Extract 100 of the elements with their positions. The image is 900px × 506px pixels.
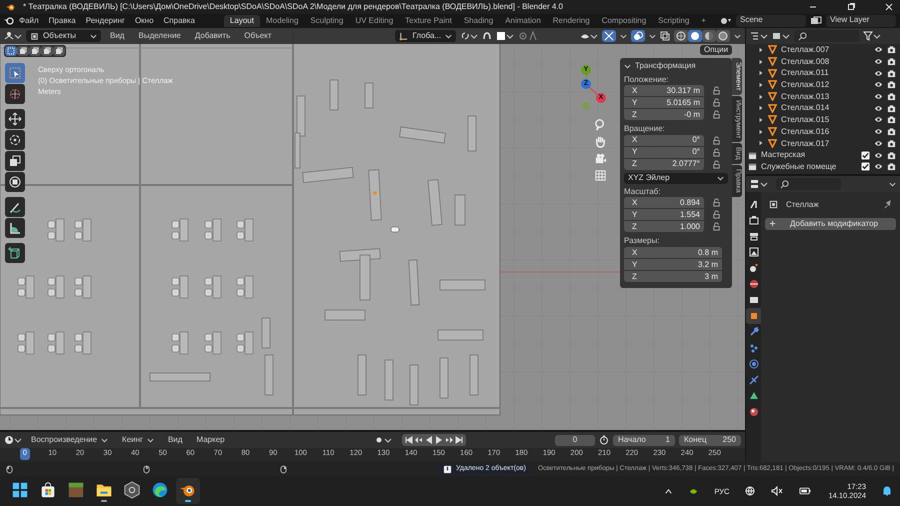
- select-mode-button[interactable]: [29, 46, 41, 56]
- outliner-row[interactable]: Стеллаж.008: [746, 56, 900, 68]
- shading-button[interactable]: [674, 30, 688, 42]
- options-dropdown[interactable]: Опции: [700, 45, 732, 55]
- camera-icon[interactable]: [887, 68, 896, 78]
- number-field[interactable]: Y 3.2 m: [624, 258, 722, 270]
- expand-arrow-icon[interactable]: [758, 94, 764, 100]
- select-mode-button[interactable]: [53, 46, 65, 56]
- shading-button[interactable]: [702, 30, 716, 42]
- expand-arrow-icon[interactable]: [758, 140, 764, 146]
- layer-icon[interactable]: [810, 16, 822, 26]
- workspace-tab[interactable]: Shading: [458, 15, 500, 27]
- eye-icon[interactable]: [874, 115, 883, 124]
- menu-item[interactable]: Кеинг: [117, 435, 159, 445]
- tool-button[interactable]: [5, 218, 25, 238]
- add-modifier-button[interactable]: Добавить модификатор: [765, 218, 896, 230]
- maximize-icon[interactable]: [846, 2, 856, 12]
- menu-item[interactable]: Выделение: [133, 31, 186, 41]
- eye-icon[interactable]: [874, 80, 883, 90]
- outliner-row[interactable]: Мастерская: [746, 149, 900, 161]
- eye-icon[interactable]: [874, 162, 883, 172]
- record-icon[interactable]: [374, 435, 392, 445]
- pin-icon[interactable]: [883, 200, 892, 210]
- number-field[interactable]: Y 1.554: [624, 209, 704, 220]
- outliner-row[interactable]: Стеллаж.015: [746, 114, 900, 126]
- expand-arrow-icon[interactable]: [758, 128, 764, 135]
- number-field[interactable]: Z 2.0777°: [624, 158, 704, 170]
- lock-icon[interactable]: [712, 198, 721, 208]
- expand-arrow-icon[interactable]: [758, 46, 764, 53]
- menu-item[interactable]: Вид: [162, 435, 188, 445]
- tool-button[interactable]: [5, 243, 25, 263]
- camera-icon[interactable]: [887, 45, 896, 54]
- snap-icon[interactable]: [482, 31, 492, 41]
- caret-icon[interactable]: [889, 181, 896, 187]
- rotation-mode-dropdown[interactable]: XYZ Эйлер: [624, 172, 728, 184]
- list-icon[interactable]: [750, 31, 768, 41]
- camera-icon[interactable]: [887, 92, 896, 102]
- checkbox-icon[interactable]: [861, 162, 870, 172]
- expand-arrow-icon[interactable]: [758, 58, 764, 65]
- number-field[interactable]: Y 5.0165 m: [624, 97, 704, 108]
- select-mode-button[interactable]: [41, 46, 53, 56]
- workspace-tab[interactable]: Layout: [224, 15, 260, 27]
- workspace-tab[interactable]: Rendering: [546, 15, 596, 27]
- color-swatch-icon[interactable]: [496, 31, 514, 41]
- frame-field[interactable]: 0: [555, 434, 595, 446]
- menu-item[interactable]: Объект: [239, 31, 276, 41]
- select-mode-button[interactable]: [17, 46, 29, 56]
- lock-icon[interactable]: [712, 136, 721, 145]
- shading-button[interactable]: [688, 30, 702, 42]
- lock-icon[interactable]: [712, 222, 721, 232]
- camera-icon[interactable]: [887, 104, 896, 113]
- camera-icon[interactable]: [887, 150, 896, 160]
- gpu-icon[interactable]: [689, 486, 698, 496]
- lock-icon[interactable]: [712, 160, 721, 169]
- camera-icon[interactable]: [887, 115, 896, 124]
- bell-icon[interactable]: [882, 486, 892, 496]
- menu-item[interactable]: Вид: [105, 31, 130, 41]
- workspace-tab[interactable]: Animation: [499, 15, 547, 27]
- tool-button[interactable]: [5, 197, 25, 217]
- menu-item[interactable]: Окно: [130, 16, 159, 26]
- add-workspace-button[interactable]: +: [695, 15, 712, 27]
- display-mode-icon[interactable]: [772, 31, 790, 41]
- number-field[interactable]: Y 0°: [624, 146, 704, 158]
- eye-icon[interactable]: [874, 68, 883, 78]
- orientation-dropdown[interactable]: Глоба...: [395, 30, 456, 42]
- camera-icon[interactable]: [887, 57, 896, 66]
- tool-button[interactable]: [5, 109, 25, 129]
- tool-button[interactable]: [5, 130, 25, 150]
- number-field[interactable]: Z 3 m: [624, 270, 722, 282]
- clock-icon[interactable]: [4, 435, 22, 445]
- shading-button[interactable]: [716, 30, 730, 42]
- checkbox-icon[interactable]: [861, 150, 870, 160]
- eye-icon[interactable]: [874, 150, 883, 160]
- lock-icon[interactable]: [712, 98, 721, 108]
- gizmo-toggle-icon[interactable]: [602, 30, 616, 42]
- number-field[interactable]: Z -0 m: [624, 109, 704, 120]
- eye-icon[interactable]: [874, 45, 883, 54]
- outliner-row[interactable]: Стеллаж.013: [746, 90, 900, 102]
- caret-icon[interactable]: [734, 33, 741, 39]
- end-frame-field[interactable]: Конец 250: [679, 434, 741, 446]
- workspace-tab[interactable]: Texture Paint: [399, 15, 458, 27]
- camera-icon[interactable]: [887, 138, 896, 148]
- eye-icon[interactable]: [874, 92, 883, 102]
- number-field[interactable]: X 0.8 m: [624, 246, 722, 258]
- outliner-row[interactable]: Стеллаж.007: [746, 44, 900, 56]
- lock-icon[interactable]: [712, 86, 721, 96]
- camera-icon[interactable]: [887, 127, 896, 136]
- outliner-row[interactable]: Служебные помеще: [746, 160, 900, 173]
- camera-icon[interactable]: [887, 80, 896, 90]
- editor-type-icon[interactable]: [4, 31, 22, 41]
- pivot-icon[interactable]: [460, 31, 478, 41]
- panel-title[interactable]: Трансформация: [635, 61, 696, 71]
- workspace-tab[interactable]: UV Editing: [349, 15, 400, 27]
- menu-item[interactable]: Файл: [14, 16, 44, 26]
- menu-item[interactable]: Рендеринг: [80, 16, 130, 26]
- close-icon[interactable]: [884, 2, 894, 12]
- globe-icon[interactable]: [745, 486, 756, 496]
- grid-icon[interactable]: [594, 169, 607, 182]
- workspace-tab[interactable]: Sculpting: [304, 15, 350, 27]
- caret-icon[interactable]: [624, 62, 631, 69]
